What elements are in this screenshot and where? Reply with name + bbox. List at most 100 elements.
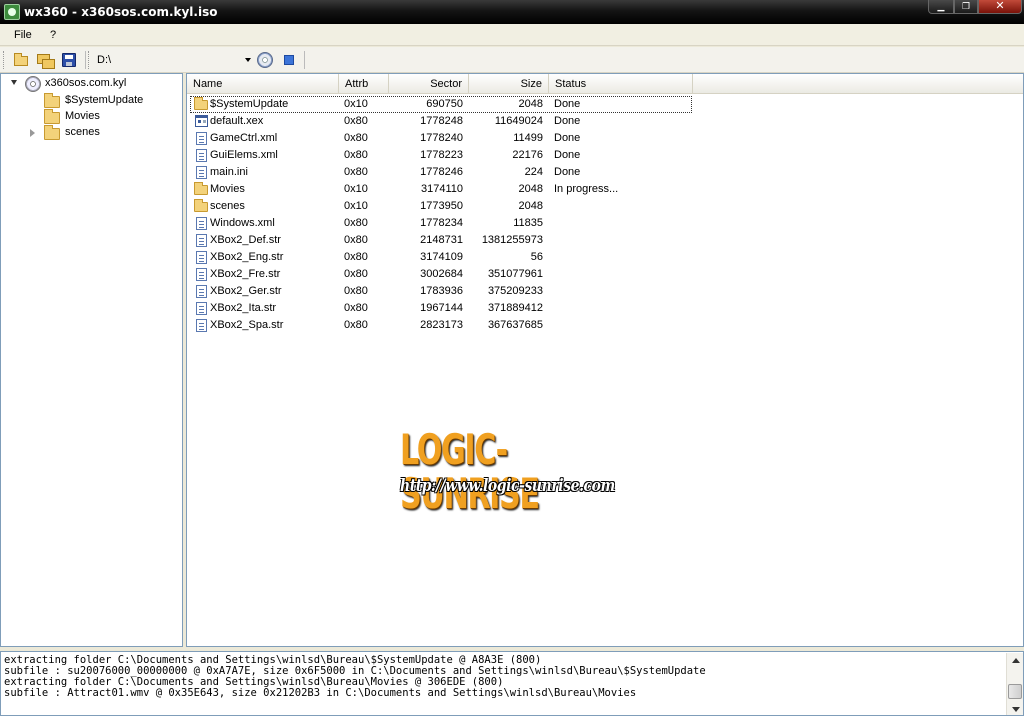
save-button[interactable]	[60, 51, 78, 69]
cell-size: 224	[524, 166, 543, 178]
table-row[interactable]: XBox2_Spa.str 0x80 2823173 367637685	[187, 317, 1023, 334]
tree-item-label: x360sos.com.kyl	[45, 77, 127, 89]
table-row[interactable]: scenes 0x10 1773950 2048	[187, 198, 1023, 215]
table-row[interactable]: Windows.xml 0x80 1778234 11835	[187, 215, 1023, 232]
log-scrollbar[interactable]	[1006, 653, 1023, 715]
watermark-url: http://www.logic-sunrise.com	[400, 476, 615, 496]
tree-item-systemupdate[interactable]: $SystemUpdate	[1, 93, 181, 109]
restore-button[interactable]: ❐	[954, 0, 978, 14]
file-icon	[196, 251, 207, 264]
cell-attrb: 0x80	[344, 217, 368, 229]
table-row[interactable]: XBox2_Fre.str 0x80 3002684 351077961	[187, 266, 1023, 283]
cell-sector: 2148731	[420, 234, 463, 246]
file-list[interactable]: Name Attrb Sector Size Status $SystemUpd…	[186, 73, 1024, 647]
scroll-thumb[interactable]	[1008, 684, 1022, 699]
table-row[interactable]: XBox2_Def.str 0x80 2148731 1381255973	[187, 232, 1023, 249]
cell-sector: 1778223	[420, 149, 463, 161]
table-row[interactable]: default.xex 0x80 1778248 11649024 Done	[187, 113, 1023, 130]
cell-attrb: 0x80	[344, 302, 368, 314]
menu-help[interactable]: ?	[50, 29, 56, 41]
disc-button[interactable]	[256, 51, 274, 69]
cell-size: 367637685	[487, 319, 543, 331]
column-header-size[interactable]: Size	[469, 74, 549, 94]
menu-file[interactable]: File	[14, 29, 32, 41]
cell-attrb: 0x10	[344, 200, 368, 212]
cell-status: Done	[554, 115, 581, 127]
cell-attrb: 0x80	[344, 319, 368, 331]
chevron-down-icon[interactable]	[245, 58, 251, 62]
cell-name: Movies	[210, 183, 245, 195]
minimize-button[interactable]: ▁	[928, 0, 954, 14]
cell-size: 22176	[512, 149, 543, 161]
table-row[interactable]: $SystemUpdate 0x10 690750 2048 Done	[187, 96, 1023, 113]
app-icon	[4, 4, 20, 20]
toolbar-grip-2[interactable]	[88, 51, 91, 69]
stop-icon	[284, 55, 294, 65]
cell-size: 375209233	[487, 285, 543, 297]
log-line: subfile : Attract01.wmv @ 0x35E643, size…	[4, 687, 637, 699]
extract-button[interactable]	[36, 51, 55, 69]
cell-size: 11835	[513, 217, 543, 229]
expand-icon[interactable]	[11, 80, 17, 85]
folder-icon	[194, 97, 208, 110]
table-row[interactable]: GuiElems.xml 0x80 1778223 22176 Done	[187, 147, 1023, 164]
folder-icon	[44, 93, 60, 108]
column-header-name[interactable]: Name	[187, 74, 339, 94]
path-combobox[interactable]: D:\	[94, 51, 254, 70]
disc-icon	[257, 52, 273, 68]
cell-name: XBox2_Def.str	[210, 234, 281, 246]
column-header-attrb[interactable]: Attrb	[339, 74, 389, 94]
table-row[interactable]: XBox2_Ita.str 0x80 1967144 371889412	[187, 300, 1023, 317]
window-title: wx360 - x360sos.com.kyl.iso	[24, 5, 218, 19]
tree-item-movies[interactable]: Movies	[1, 109, 181, 125]
cell-attrb: 0x80	[344, 234, 368, 246]
cell-sector: 1778240	[420, 132, 463, 144]
stop-button[interactable]	[280, 51, 298, 69]
file-icon	[196, 166, 207, 179]
file-icon	[196, 149, 207, 162]
tree-item-label: Movies	[65, 110, 100, 122]
cell-name: XBox2_Eng.str	[210, 251, 284, 263]
cell-attrb: 0x80	[344, 166, 368, 178]
column-header-sector[interactable]: Sector	[389, 74, 469, 94]
folder-icon	[44, 109, 60, 124]
tree-item-root[interactable]: x360sos.com.kyl	[1, 76, 181, 92]
cell-attrb: 0x80	[344, 251, 368, 263]
toolbar-separator	[85, 51, 86, 69]
table-row[interactable]: XBox2_Ger.str 0x80 1783936 375209233	[187, 283, 1023, 300]
watermark: LOGIC-SUNRISE http://www.logic-sunrise.c…	[400, 428, 630, 516]
cell-size: 2048	[518, 183, 543, 195]
folder-icon	[194, 182, 208, 195]
cell-size: 56	[530, 251, 543, 263]
folder-tree[interactable]: x360sos.com.kyl $SystemUpdate Movies sce…	[0, 73, 183, 647]
folder-icon	[194, 199, 208, 212]
table-row[interactable]: XBox2_Eng.str 0x80 3174109 56	[187, 249, 1023, 266]
cell-sector: 690750	[426, 98, 463, 110]
toolbar-separator-2	[304, 51, 305, 69]
table-row[interactable]: main.ini 0x80 1778246 224 Done	[187, 164, 1023, 181]
list-header: Name Attrb Sector Size Status	[187, 74, 1023, 94]
watermark-title: LOGIC-SUNRISE	[400, 425, 540, 518]
cell-attrb: 0x80	[344, 285, 368, 297]
table-row[interactable]: GameCtrl.xml 0x80 1778240 11499 Done	[187, 130, 1023, 147]
file-icon	[196, 285, 207, 298]
cell-name: main.ini	[210, 166, 248, 178]
table-row[interactable]: Movies 0x10 3174110 2048 In progress...	[187, 181, 1023, 198]
scroll-down-icon[interactable]	[1012, 707, 1020, 712]
cell-name: default.xex	[210, 115, 264, 127]
cell-size: 1381255973	[481, 234, 543, 246]
cell-sector: 3174110	[420, 183, 463, 195]
cell-attrb: 0x80	[344, 115, 368, 127]
cell-sector: 1783936	[420, 285, 463, 297]
column-header-status[interactable]: Status	[549, 74, 693, 94]
scroll-up-icon[interactable]	[1012, 658, 1020, 663]
log-output[interactable]: extracting folder C:\Documents and Setti…	[0, 651, 1024, 716]
toolbar-grip[interactable]	[3, 51, 6, 69]
open-button[interactable]	[12, 51, 30, 69]
expand-icon[interactable]	[30, 129, 35, 137]
cell-sector: 3002684	[420, 268, 463, 280]
cell-sector: 1967144	[420, 302, 463, 314]
tree-item-scenes[interactable]: scenes	[1, 125, 181, 141]
file-icon	[196, 217, 207, 230]
close-button[interactable]: ✕	[978, 0, 1022, 14]
